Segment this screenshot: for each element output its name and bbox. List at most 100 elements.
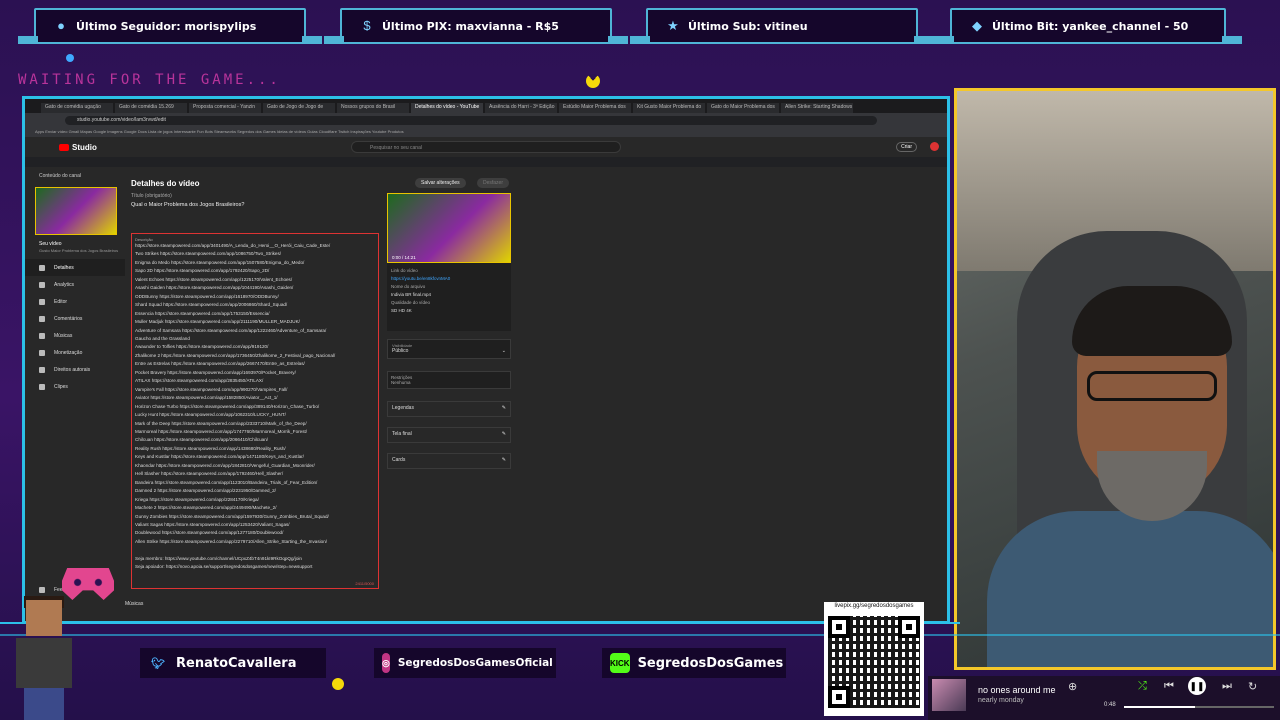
social-handle: SegredosDosGames [637, 655, 784, 671]
browser-tab[interactable]: Gato do Maior Problema dos [707, 103, 779, 113]
pencil-icon[interactable]: ✎ [502, 405, 506, 413]
pixel-avatar-head [26, 600, 62, 636]
browser-tab[interactable]: Kit Gusto Maior Problema do [633, 103, 705, 113]
description-line [135, 546, 375, 554]
livepix-qr: livepix.gg/segredosdosgames [824, 602, 924, 716]
description-line: Enigma do Medo https://store.steampowere… [135, 259, 305, 265]
description-line: Kriega https://store.steampowered.com/ap… [135, 496, 259, 502]
studio-logo[interactable]: Studio [59, 143, 97, 152]
restrictions-value: Nenhuma [391, 380, 411, 385]
description-line: Valent Echoes https://store.steampowered… [135, 276, 293, 282]
cards-row[interactable]: Cards ✎ [387, 453, 511, 469]
quality-label: Qualidade do vídeo [391, 300, 431, 305]
row-label: Legendas [392, 405, 414, 411]
instagram-icon: ◎ [382, 653, 390, 673]
avatar[interactable] [930, 142, 939, 151]
bookmarks-bar[interactable]: Apps Enviar vídeo Gmail Mapas Google Ima… [25, 127, 947, 137]
sidebar-item-monetization[interactable]: Monetização [25, 344, 125, 361]
pixel-avatar-legs [24, 688, 64, 720]
browser-tab[interactable]: Gato de comédia ugação [41, 103, 113, 113]
kick-icon: KICK [610, 653, 630, 673]
sidebar-item-details[interactable]: Detalhes [25, 259, 125, 276]
studio-sidebar: Conteúdo do canal Seu vídeo Gusto Maior … [25, 167, 125, 621]
filename-value: Indivia BR final.mp4 [391, 292, 432, 297]
social-kick: KICK SegredosDosGames [602, 648, 786, 678]
video-link[interactable]: https://youtu.be/en8kfcvnMA0 [391, 275, 507, 283]
user-icon: ● [57, 18, 65, 33]
restrictions-field[interactable]: Restrições Nenhuma [387, 371, 511, 389]
sidebar-item-analytics[interactable]: Analytics [25, 276, 125, 293]
description-line: Aviator https://store.steampowered.com/a… [135, 395, 278, 401]
sidebar-item-label: Músicas [54, 332, 73, 339]
sidebar-item-comments[interactable]: Comentários [25, 310, 125, 327]
browser-tab-active[interactable]: Detalhes do vídeo - YouTube [411, 103, 483, 113]
video-preview[interactable]: 0:00 / 14:21 [387, 193, 511, 263]
song-artist: nearly monday [978, 697, 1024, 704]
video-thumbnail-small[interactable] [35, 187, 117, 235]
description-line: Chilcuan https://store.steampowered.com/… [135, 437, 269, 443]
browser-tab[interactable]: Estúdio Maior Problema dos [559, 103, 631, 113]
social-handle: RenatoCavallera [176, 655, 297, 671]
description-line: Lucky Hunt https://store.steampowered.co… [135, 412, 286, 418]
previous-icon[interactable]: ⏮ [1164, 680, 1174, 693]
description-line: Reality Rush https://store.steampowered.… [135, 445, 286, 451]
social-instagram: ◎ SegredosDosGamesOficial [374, 648, 556, 678]
save-button[interactable]: Salvar alterações [415, 178, 466, 188]
pencil-icon[interactable]: ✎ [502, 431, 506, 439]
description-line: Adventure of Samsara https://store.steam… [135, 327, 327, 333]
channel-search-input[interactable]: Pesquisar no seu canal [351, 141, 621, 153]
pause-icon[interactable]: ❚❚ [1188, 677, 1206, 695]
sidebar-item-music[interactable]: Músicas [25, 327, 125, 344]
diamond-icon: ◆ [972, 18, 982, 33]
copyright-icon [39, 366, 45, 373]
studio-logo-text: Studio [72, 142, 97, 152]
add-icon[interactable]: ⊕ [1068, 680, 1077, 693]
description-line: Sapo 2D https://store.steampowered.com/a… [135, 268, 270, 274]
description-counter: 2411/5000 [355, 581, 374, 586]
channel-content-link[interactable]: Conteúdo do canal [25, 167, 125, 179]
youtube-play-icon [59, 143, 69, 151]
bottom-tab-music[interactable]: Músicas [125, 601, 143, 607]
browser-tab[interactable]: Gato de comédia 15.269 [115, 103, 187, 113]
music-icon [39, 332, 45, 339]
visibility-select[interactable]: Visibilidade Público ⌄ [387, 339, 511, 359]
description-line: Pocket Bravery https://store.steampowere… [135, 369, 296, 375]
undo-button[interactable]: Desfazer [477, 178, 510, 188]
progress-fill [1124, 706, 1195, 708]
video-subtitle: Gusto Maior Problema dos Jogos Brasileir… [39, 248, 119, 253]
address-bar[interactable]: studio.youtube.com/video/lam3rvwd/edit [65, 115, 877, 125]
description-field[interactable]: Descrição https://store.steampowered.com… [131, 233, 379, 589]
comment-icon [39, 315, 45, 322]
title-field[interactable]: Título (obrigatório) Qual o Maior Proble… [131, 193, 373, 227]
description-line: Seja membro: https://www.youtube.com/cha… [135, 555, 302, 561]
next-icon[interactable]: ⏭ [1222, 680, 1232, 693]
alert-last-sub: ★ Último Sub: vitineu [630, 8, 934, 44]
social-twitter: 🐦︎ RenatoCavallera [140, 648, 326, 678]
row-label: Cards [392, 457, 406, 463]
sidebar-item-editor[interactable]: Editor [25, 293, 125, 310]
webcam-hair [1072, 286, 1232, 356]
end-screen-row[interactable]: Tela final ✎ [387, 427, 511, 443]
progress-bar[interactable] [1124, 706, 1274, 708]
webcam-shirt [987, 511, 1273, 667]
video-link-label: Link do vídeo [391, 268, 418, 273]
description-line: Zhalikome 2 https://store.steampowered.c… [135, 352, 336, 358]
pencil-icon[interactable]: ✎ [502, 457, 506, 465]
sidebar-item-label: Clipes [54, 383, 68, 390]
browser-tab[interactable]: Ausência do Harri - 3ª Edição [485, 103, 557, 113]
webcam-feed [954, 88, 1276, 670]
description-line: Damned 2 https://store.steampowered.com/… [135, 488, 276, 494]
create-button[interactable]: Criar [896, 142, 917, 152]
shuffle-icon[interactable]: ⤮ [1138, 680, 1147, 693]
browser-tab[interactable]: Nossos grupos do Brasil [337, 103, 409, 113]
browser-tab[interactable]: Proposta comercial - Yanzin [189, 103, 261, 113]
sidebar-item-clips[interactable]: Clipes [25, 378, 125, 395]
sidebar-item-copyright[interactable]: Direitos autorais [25, 361, 125, 378]
repeat-icon[interactable]: ↻ [1248, 680, 1257, 693]
browser-tab[interactable]: Gato de Jogo de Jogo de [263, 103, 335, 113]
subtitles-row[interactable]: Legendas ✎ [387, 401, 511, 417]
description-line: Gunny Zombies https://store.steampowered… [135, 513, 329, 519]
alert-last-pix: $ Último PIX: maxvianna - R$5 [324, 8, 628, 44]
description-line: Mark of the Deep https://store.steampowe… [135, 420, 307, 426]
browser-tab[interactable]: Allen Strike: Starting Shadows [781, 103, 853, 113]
